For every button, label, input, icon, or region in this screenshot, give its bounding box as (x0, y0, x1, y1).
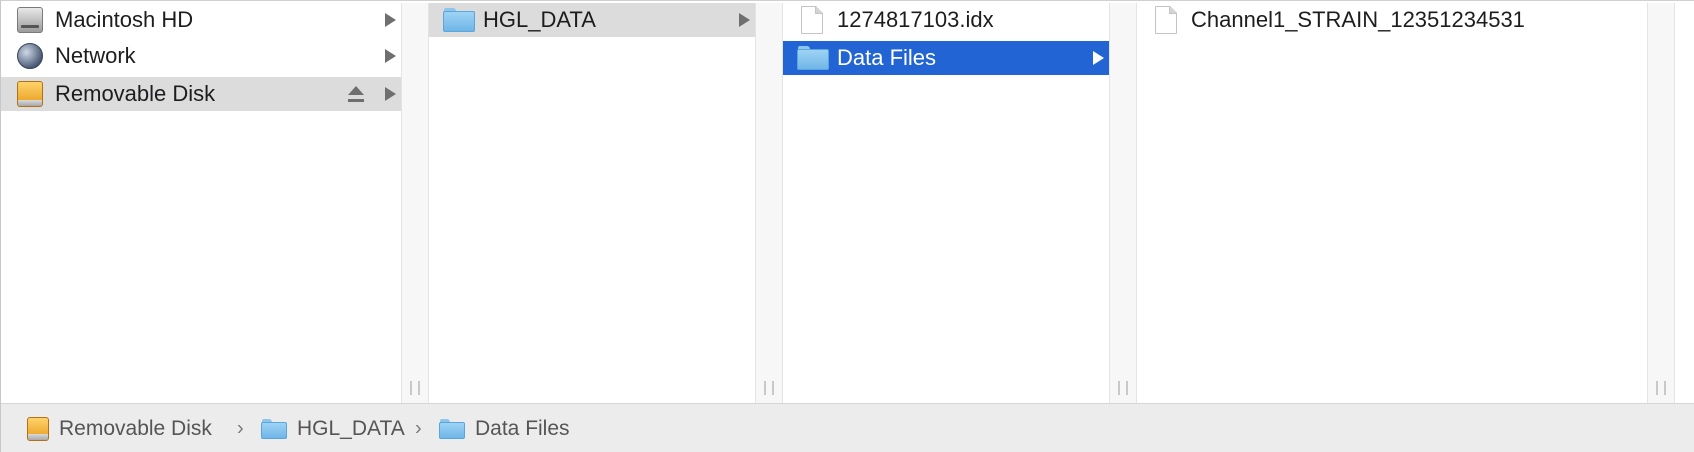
column-sidebar-locations[interactable]: Macintosh HD Network Removable Disk (1, 3, 401, 403)
path-crumb-label: Data Files (475, 416, 570, 440)
path-bar: Removable Disk › HGL_DATA › Data Files (1, 403, 1694, 452)
location-item-network[interactable]: Network (1, 39, 401, 73)
internal-disk-icon (17, 7, 43, 33)
folder-label: HGL_DATA (483, 7, 596, 32)
folder-item-data-files[interactable]: Data Files (783, 41, 1109, 75)
path-separator-icon: › (415, 417, 422, 439)
path-crumb-data-files[interactable]: Data Files (439, 417, 570, 441)
chevron-right-icon (385, 13, 396, 27)
column-empty (1675, 3, 1694, 403)
resize-grip-icon[interactable] (1656, 381, 1666, 395)
column-resize-gutter[interactable] (755, 3, 783, 403)
document-icon (801, 6, 823, 34)
file-item-channel1-strain[interactable]: Channel1_STRAIN_12351234531 (1137, 3, 1647, 37)
removable-disk-icon (27, 416, 49, 441)
folder-icon (443, 8, 475, 32)
column-resize-gutter[interactable] (1647, 3, 1675, 403)
folder-icon (439, 418, 465, 439)
chevron-right-icon (385, 87, 396, 101)
file-label: Channel1_STRAIN_12351234531 (1191, 7, 1525, 32)
path-crumb-removable-disk[interactable]: Removable Disk (27, 416, 212, 441)
file-label: 1274817103.idx (837, 7, 994, 32)
chevron-right-icon (1093, 51, 1104, 65)
folder-icon (797, 46, 829, 70)
path-crumb-label: Removable Disk (59, 416, 212, 440)
location-item-macintosh-hd[interactable]: Macintosh HD (1, 3, 401, 37)
chevron-right-icon (739, 13, 750, 27)
resize-grip-icon[interactable] (1118, 381, 1128, 395)
file-item-idx[interactable]: 1274817103.idx (783, 3, 1109, 37)
folder-item-hgl-data[interactable]: HGL_DATA (429, 3, 755, 37)
location-label: Macintosh HD (55, 7, 194, 32)
location-label: Removable Disk (55, 81, 216, 106)
resize-grip-icon[interactable] (410, 381, 420, 395)
folder-icon (261, 418, 287, 439)
column-resize-gutter[interactable] (1109, 3, 1137, 403)
column-removable-disk[interactable]: HGL_DATA (429, 3, 755, 403)
column-data-files[interactable]: Channel1_STRAIN_12351234531 (1137, 3, 1647, 403)
column-resize-gutter[interactable] (401, 3, 429, 403)
removable-disk-icon (17, 81, 43, 107)
location-item-removable-disk[interactable]: Removable Disk (1, 77, 401, 111)
path-crumb-hgl-data[interactable]: HGL_DATA (261, 417, 405, 441)
location-label: Network (55, 43, 136, 68)
network-globe-icon (17, 43, 43, 69)
resize-grip-icon[interactable] (764, 381, 774, 395)
folder-label: Data Files (837, 45, 937, 70)
document-icon (1155, 6, 1177, 34)
eject-icon[interactable] (347, 86, 365, 102)
column-browser: Macintosh HD Network Removable Disk HGL_… (1, 3, 1694, 403)
finder-window: Macintosh HD Network Removable Disk HGL_… (0, 0, 1694, 452)
path-crumb-label: HGL_DATA (297, 416, 405, 440)
column-hgl-data[interactable]: 1274817103.idx Data Files (783, 3, 1109, 403)
chevron-right-icon (385, 49, 396, 63)
path-separator-icon: › (237, 417, 244, 439)
